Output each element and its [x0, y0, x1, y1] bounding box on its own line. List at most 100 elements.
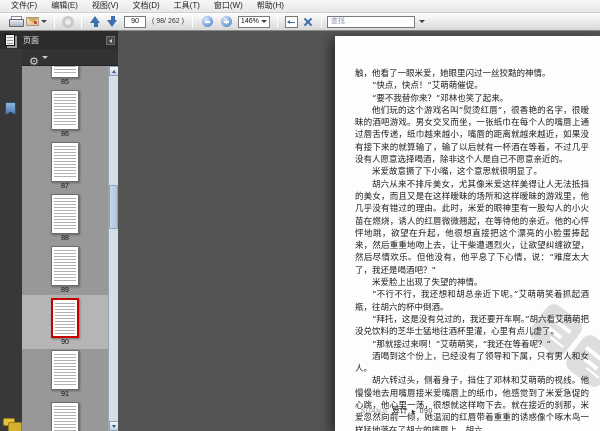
- thumbnail-page-image[interactable]: [51, 298, 79, 338]
- thumbnail-page-image[interactable]: [51, 90, 79, 130]
- menu-edit[interactable]: 编辑(E): [44, 0, 85, 12]
- arrow-up-icon: [89, 15, 102, 28]
- menu-document[interactable]: 文档(D): [126, 0, 167, 12]
- zoom-out-icon: [201, 16, 213, 27]
- page-count-label: ( 98/ 262 ): [152, 18, 184, 25]
- paragraph: 触，他看了一眼米爱，她眼里闪过一丝狡黠的神情。: [355, 69, 551, 79]
- page-thumbnail-90[interactable]: 90: [22, 295, 108, 349]
- paragraph: 酒喝到这个份上，已经没有了领导和下属，只有男人和女人。: [355, 351, 589, 375]
- previous-page-button[interactable]: [87, 14, 104, 30]
- chevron-down-icon: [418, 20, 425, 23]
- bookmarks-tab-icon[interactable]: [5, 102, 16, 115]
- page-thumbnail-92[interactable]: 92: [22, 399, 108, 431]
- menu-view[interactable]: 视图(V): [85, 0, 126, 12]
- paragraph: “快点，快点！”艾萌萌催促。: [372, 81, 483, 92]
- page-footer: SUANJI 算计 ▶ 090: [361, 405, 433, 416]
- paragraph: “那就接过来啊！”艾萌萌笑，“我还在等着呢？”: [372, 339, 551, 350]
- menu-file[interactable]: 文件(F): [4, 0, 44, 12]
- paragraph: “拜托，这是没有兑过的，我还要开车啊。”胡六看艾萌萌把没兑饮料的芝华士猛地往酒杯…: [355, 314, 589, 338]
- paragraph: 胡六转过头，侧着身子，挡住了邓林和艾萌萌的视线。他慢慢地去用嘴唇接米爱嘴唇上的纸…: [355, 376, 589, 431]
- print-button[interactable]: [7, 14, 24, 30]
- page-thumbnail-85[interactable]: 85: [22, 66, 108, 89]
- book-title-label: 算计: [391, 406, 408, 415]
- paragraph: “不行不行，我还想和胡总亲近下呢。”艾萌萌笑着抓起酒瓶，往胡六的杯中倒酒。: [355, 290, 589, 313]
- scroll-down-button[interactable]: [109, 421, 118, 431]
- toolbar-separator: [276, 15, 278, 28]
- chevron-down-icon[interactable]: [42, 55, 48, 59]
- panel-scrollbar[interactable]: [108, 66, 118, 431]
- document-page: 触，他看了一眼米爱，她眼里闪过一丝狡黠的神情。 “快点，快点！”艾萌萌催促。 “要不…: [335, 36, 600, 431]
- footer-marker-icon: ▶: [411, 409, 416, 415]
- triangle-up-icon: [112, 69, 116, 73]
- paragraph: 他们玩的这个游戏名叫“熨烫红唇”，很香艳的名字，很暧昧的酒吧游戏。男女交叉而坐，…: [355, 105, 589, 166]
- find-options-button[interactable]: [415, 14, 427, 30]
- paragraph: “要不我替你来？”邓林也笑了起来。: [372, 93, 509, 104]
- toolbar-separator: [320, 15, 322, 28]
- document-text: 触，他看了一眼米爱，她眼里闪过一丝狡黠的神情。 “快点，快点！”艾萌萌催促。 “要不…: [355, 68, 589, 431]
- page-thumbnail-86[interactable]: 86: [22, 87, 108, 141]
- arrow-down-icon: [106, 15, 119, 28]
- email-button[interactable]: [24, 14, 49, 30]
- thumbnail-page-number: 90: [61, 339, 69, 346]
- gear-icon[interactable]: [29, 52, 40, 63]
- comments-tab-icon[interactable]: [3, 418, 22, 431]
- menu-window[interactable]: 窗口(W): [207, 0, 250, 12]
- thumbnail-page-image[interactable]: [51, 142, 79, 182]
- paragraph: 胡六从来不排斥美女，尤其像米爱这样美得让人无法抵挡的美女，而且又是在这样暧昧的场…: [355, 179, 589, 276]
- page-thumbnail-88[interactable]: 88: [22, 191, 108, 245]
- collapse-panel-button[interactable]: [106, 35, 115, 45]
- zoom-in-icon: [220, 16, 232, 27]
- thumbnail-page-number: 87: [61, 183, 69, 190]
- menu-bar: 文件(F) 编辑(E) 视图(V) 文档(D) 工具(T) 窗口(W) 帮助(H): [0, 0, 600, 13]
- find-input[interactable]: [326, 15, 415, 28]
- next-page-button[interactable]: [104, 14, 121, 30]
- fit-width-button[interactable]: [283, 14, 300, 30]
- toolbar-separator: [191, 15, 193, 28]
- navigation-tab-strip: [0, 31, 22, 431]
- zoom-out-button[interactable]: [198, 14, 217, 30]
- toolbar-separator: [54, 15, 55, 28]
- page-thumbnail-89[interactable]: 89: [22, 243, 108, 297]
- fit-page-button[interactable]: [300, 14, 316, 30]
- fit-width-icon: [284, 15, 298, 28]
- zoom-level-value: 146%: [240, 18, 259, 25]
- thumbnail-page-image[interactable]: [51, 194, 79, 234]
- page-thumbnail-87[interactable]: 87: [22, 139, 108, 193]
- zoom-in-button[interactable]: [217, 14, 236, 30]
- page-number-input[interactable]: [124, 15, 146, 28]
- triangle-down-icon: [112, 424, 116, 428]
- book-series-label: SUANJI: [361, 408, 388, 415]
- page-thumbnail-91[interactable]: 91: [22, 347, 108, 401]
- panel-options-row: [22, 49, 118, 66]
- zoom-level-select[interactable]: 146%: [237, 15, 270, 28]
- chevron-down-icon: [41, 20, 47, 23]
- thumbnail-page-image[interactable]: [51, 402, 79, 431]
- footer-page-number: 090: [419, 408, 433, 415]
- menu-tools[interactable]: 工具(T): [167, 0, 207, 12]
- thumbnail-page-image[interactable]: [51, 66, 79, 78]
- thumbnail-page-image[interactable]: [51, 246, 79, 286]
- previous-view-button-disabled: [60, 14, 76, 30]
- thumbnail-page-number: 86: [61, 131, 69, 138]
- print-icon: [9, 16, 24, 27]
- panel-title: 页面: [23, 35, 39, 45]
- toolbar: ( 98/ 262 ) 146%: [0, 13, 600, 31]
- thumbnail-page-number: 85: [61, 79, 69, 86]
- menu-help[interactable]: 帮助(H): [250, 0, 291, 12]
- paragraph: 米爱故意撅了下小嘴，这个意思就很明显了。: [372, 167, 543, 178]
- email-icon: [26, 17, 39, 26]
- chevron-down-icon: [260, 20, 267, 23]
- previous-view-icon: [62, 15, 74, 28]
- thumbnail-list: 85 86 87 88 89 90 9192: [22, 66, 108, 431]
- pages-panel-header: 页面: [0, 31, 118, 49]
- scrollbar-thumb[interactable]: [109, 185, 118, 229]
- toolbar-separator: [81, 15, 82, 28]
- scroll-up-button[interactable]: [109, 66, 118, 76]
- paragraph: 米爱脸上出现了失望的神情。: [372, 278, 483, 289]
- thumbnail-page-number: 91: [61, 391, 69, 398]
- pages-tab-icon[interactable]: [5, 34, 15, 46]
- thumbnail-page-image[interactable]: [51, 350, 79, 390]
- thumbnail-page-number: 89: [61, 287, 69, 294]
- fit-page-icon: [302, 16, 314, 28]
- thumbnail-page-number: 88: [61, 235, 69, 242]
